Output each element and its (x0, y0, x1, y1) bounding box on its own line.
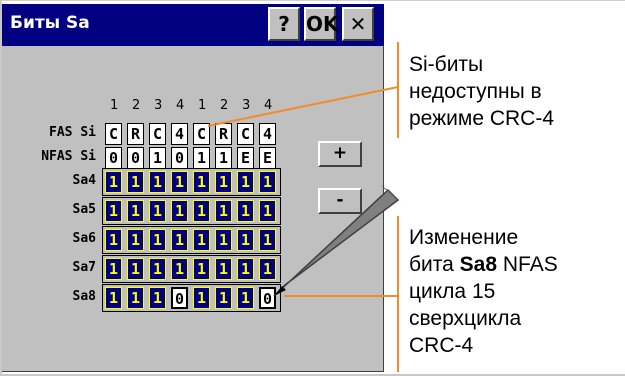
sa8-note-line: Изменение (409, 226, 519, 249)
sa8-note-line: цикла 15 (409, 280, 496, 303)
si-note-line: режиме CRC-4 (409, 107, 555, 130)
sa8-note-text: бита (409, 253, 460, 276)
sa8-change-note: Изменение бита Sa8 NFAS цикла 15 сверхци… (409, 224, 558, 359)
si-note-line: Si-биты (409, 53, 484, 76)
si-note-line: недоступны в (409, 80, 542, 103)
sa8-note-bold: Sa8 (459, 253, 498, 276)
sa8-note-line: сверхцикла (409, 307, 522, 330)
si-callout-pointer (207, 86, 399, 127)
stylus-pen-icon (273, 185, 405, 297)
sa8-note-line-2: бита Sa8 NFAS (409, 251, 558, 278)
sa8-note-text: NFAS (497, 253, 558, 276)
si-bits-note: Si-биты недоступны в режиме CRC-4 (409, 51, 554, 132)
sa8-note-line: CRC-4 (409, 334, 474, 357)
